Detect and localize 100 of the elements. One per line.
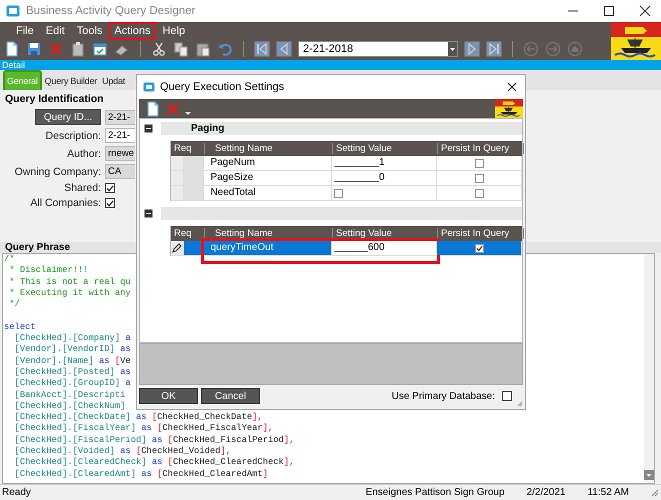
previous-record-icon[interactable] bbox=[276, 41, 292, 57]
row-selector[interactable] bbox=[171, 241, 184, 255]
group-title: Paging bbox=[191, 122, 224, 134]
table-cell: PageSize bbox=[204, 171, 332, 185]
table-cell: ________1 bbox=[332, 156, 438, 170]
last-record-icon[interactable] bbox=[486, 41, 502, 57]
resize-grip-icon bbox=[517, 401, 523, 407]
table-cell: NeedTotal bbox=[204, 186, 332, 200]
column-header[interactable]: Setting Name bbox=[205, 228, 333, 239]
next-record-icon[interactable] bbox=[464, 41, 480, 57]
field-label: All Companies: bbox=[29, 197, 101, 209]
field-label: Owning Company: bbox=[14, 166, 101, 178]
code-line: * This is not a real qu bbox=[8, 276, 131, 288]
status-text: 11:52 AM bbox=[587, 487, 629, 498]
clipboard-icon[interactable] bbox=[70, 41, 86, 57]
tab[interactable]: Query Builder bbox=[42, 72, 100, 90]
query-id-button[interactable]: Query ID... bbox=[35, 109, 101, 125]
column-header[interactable]: Setting Value bbox=[333, 228, 438, 239]
column-header[interactable]: Req bbox=[171, 143, 205, 154]
column-header[interactable]: Persist In Query bbox=[438, 143, 524, 154]
column-header[interactable]: Setting Name bbox=[205, 143, 333, 154]
menu-item[interactable]: Actions bbox=[108, 22, 156, 40]
scroll-down-icon[interactable] bbox=[644, 470, 654, 480]
checkbox[interactable] bbox=[334, 188, 344, 198]
status-text: 2/2/2021 bbox=[526, 487, 566, 498]
flag-icon bbox=[611, 22, 661, 60]
table-cell: queryTimeOut bbox=[204, 241, 332, 255]
scrollbar[interactable] bbox=[644, 254, 654, 483]
first-record-icon[interactable] bbox=[254, 41, 270, 57]
code-line: [CheckHed].[CheckNum] bbox=[14, 400, 126, 412]
column-header[interactable]: Req bbox=[171, 228, 205, 239]
new-icon[interactable] bbox=[145, 100, 159, 116]
paste-icon[interactable] bbox=[195, 41, 211, 57]
collapse-icon[interactable] bbox=[144, 124, 153, 132]
column-header[interactable]: Persist In Query bbox=[438, 228, 524, 239]
code-line: [Vendor].[Name] as [Ve bbox=[14, 356, 131, 367]
status-text: Ready bbox=[2, 487, 32, 498]
checkbox-label: Use Primary Database: bbox=[392, 390, 495, 402]
checkbox[interactable] bbox=[105, 198, 115, 208]
field-label: Author: bbox=[66, 148, 101, 160]
dialog-button[interactable]: OK bbox=[139, 388, 198, 404]
code-line: [CheckHed].[ClearedAmt] as [CheckHed_ClearedAmt] bbox=[14, 468, 268, 480]
dialog-button[interactable]: Cancel bbox=[201, 388, 260, 404]
detail-bar: Detail bbox=[0, 60, 661, 70]
field-label: Shared: bbox=[63, 182, 101, 194]
section-title: Query Identification bbox=[5, 93, 105, 105]
code-line: [CheckHed].[Voided] as [CheckHed_Voided], bbox=[14, 446, 232, 458]
checkbox[interactable] bbox=[502, 391, 512, 401]
group-header[interactable]: Paging bbox=[161, 122, 522, 134]
code-line: [CheckHed].[Company] a bbox=[14, 333, 131, 344]
input-field[interactable]: rnewe bbox=[105, 146, 135, 161]
app-icon bbox=[143, 82, 155, 92]
code-line: * Disclaimer!!! bbox=[8, 265, 88, 277]
dropdown-arrow-icon[interactable] bbox=[185, 110, 191, 116]
close-icon[interactable] bbox=[507, 82, 517, 92]
close-icon[interactable] bbox=[639, 5, 651, 17]
resize-grip-icon bbox=[651, 488, 659, 496]
code-line: select bbox=[4, 322, 36, 334]
dialog-title: Query Execution Settings bbox=[160, 81, 286, 93]
save-icon[interactable] bbox=[26, 41, 42, 57]
collapse-icon[interactable] bbox=[144, 208, 153, 218]
flag-icon bbox=[495, 99, 523, 118]
checkbox[interactable] bbox=[474, 244, 484, 252]
table-cell: ________0 bbox=[332, 171, 438, 185]
status-text: Enseignes Pattison Sign Group bbox=[366, 487, 505, 498]
copy-icon[interactable] bbox=[173, 41, 189, 57]
app-icon bbox=[6, 5, 20, 17]
calendar-icon[interactable] bbox=[92, 41, 108, 57]
input-field[interactable]: 2-21- bbox=[105, 110, 135, 124]
code-line: [CheckHed].[Posted] as bbox=[14, 366, 131, 378]
checkbox[interactable] bbox=[474, 174, 484, 182]
code-line: [CheckHed].[GroupID] a bbox=[14, 378, 131, 390]
date-dropdown[interactable]: 2-21-2018 bbox=[298, 41, 458, 57]
checkbox[interactable] bbox=[474, 158, 484, 168]
input-field[interactable]: 2-21- bbox=[105, 128, 135, 143]
code-line: [CheckHed].[FiscalYear] as [CheckHed_FiscalYear], bbox=[14, 423, 274, 435]
code-line: [BankAcct].[Descripti bbox=[14, 390, 126, 401]
menu-item[interactable]: File bbox=[10, 22, 40, 40]
code-line: [CheckHed].[CheckDate] as [CheckHed_CheckDate], bbox=[14, 412, 263, 424]
menu-item[interactable]: Tools bbox=[70, 22, 108, 40]
window-title: Business Activity Query Designer bbox=[26, 5, 196, 17]
code-line: * Executing it with any bbox=[8, 288, 131, 300]
menu-item[interactable]: Edit bbox=[40, 22, 71, 40]
checkbox[interactable] bbox=[474, 188, 484, 198]
pencil-icon bbox=[172, 243, 182, 253]
table-cell: PageNum bbox=[204, 156, 332, 170]
cut-icon[interactable] bbox=[151, 41, 167, 57]
code-line: [Vendor].[VendorID] as bbox=[14, 344, 131, 356]
new-icon[interactable] bbox=[4, 41, 20, 57]
table-cell: ______600 bbox=[332, 241, 438, 255]
input-field[interactable]: CA bbox=[105, 164, 135, 179]
code-line: [CheckHed].[FiscalPeriod] as [CheckHed_FiscalPeriod], bbox=[14, 434, 294, 446]
column-header[interactable]: Setting Value bbox=[333, 143, 438, 154]
code-line: /* bbox=[4, 254, 15, 266]
code-line: */ bbox=[8, 299, 20, 310]
tab[interactable]: Updat bbox=[100, 72, 126, 90]
checkbox[interactable] bbox=[105, 183, 115, 193]
code-line: [CheckHed].[ClearedCheck] as [CheckHed_ClearedCheck], bbox=[14, 457, 294, 469]
maximize-icon[interactable] bbox=[603, 5, 615, 17]
menu-item[interactable]: Help bbox=[156, 22, 192, 40]
